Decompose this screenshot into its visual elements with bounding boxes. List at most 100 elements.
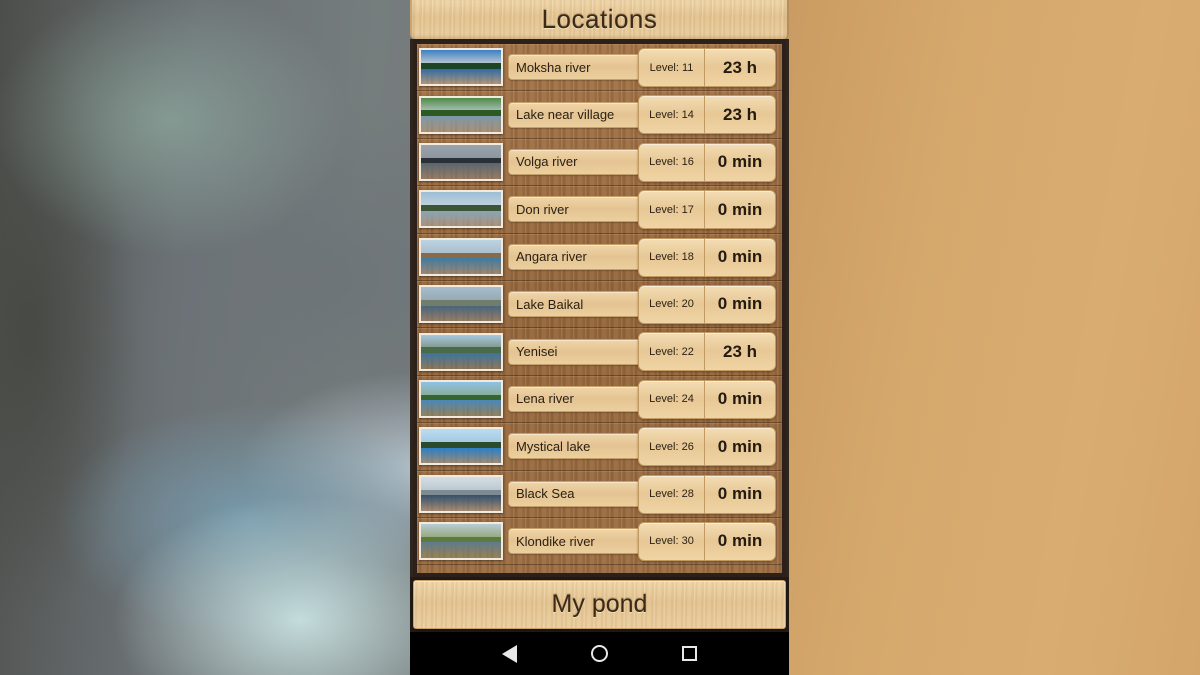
location-time-value: 0 min xyxy=(717,436,763,456)
location-thumbnail xyxy=(419,237,503,276)
location-level-cell: Level: 22 xyxy=(639,333,705,371)
location-time-value: 0 min xyxy=(717,152,763,172)
location-level-cell: Level: 11 xyxy=(639,49,705,86)
back-triangle-icon xyxy=(502,644,518,663)
location-level-label: Level: 14 xyxy=(649,108,694,121)
location-name-plate[interactable]: Black Sea xyxy=(508,480,652,507)
location-time-value: 0 min xyxy=(717,294,763,314)
location-name: Yenisei xyxy=(516,344,558,360)
location-time-value: 0 min xyxy=(717,531,763,551)
location-level-cell: Level: 28 xyxy=(639,475,705,513)
location-time-cell: 0 min xyxy=(705,381,775,418)
location-level-label: Level: 11 xyxy=(649,61,694,74)
location-time-cell: 0 min xyxy=(705,476,775,513)
nav-back-button[interactable] xyxy=(490,634,530,674)
page-title-bar: Locations xyxy=(410,0,789,39)
location-name-plate[interactable]: Lake Baikal xyxy=(508,291,652,318)
location-name: Volga river xyxy=(516,154,578,170)
location-name: Moksha river xyxy=(516,59,591,75)
location-thumbnail xyxy=(419,48,503,87)
location-time-cell: 0 min xyxy=(705,286,775,323)
location-stat-panel: Level: 14 23 h xyxy=(638,95,776,135)
location-thumbnail xyxy=(419,285,503,324)
location-thumbnail xyxy=(419,332,503,371)
location-name: Klondike river xyxy=(516,533,595,549)
location-time-value: 23 h xyxy=(722,57,758,77)
location-time-value: 0 min xyxy=(717,247,763,267)
location-time-value: 0 min xyxy=(717,484,763,504)
location-name: Don river xyxy=(516,201,569,217)
location-name-plate[interactable]: Angara river xyxy=(508,243,652,270)
location-level-label: Level: 30 xyxy=(649,535,694,548)
location-thumbnail xyxy=(419,379,503,418)
location-time-cell: 0 min xyxy=(705,191,775,228)
location-name-plate[interactable]: Volga river xyxy=(508,148,652,175)
location-time-cell: 23 h xyxy=(705,49,775,86)
location-time-cell: 0 min xyxy=(705,523,775,560)
location-name-plate[interactable]: Mystical lake xyxy=(508,433,652,460)
location-stat-panel: Level: 17 0 min xyxy=(638,190,776,230)
android-nav-bar xyxy=(410,632,789,675)
page-title: Locations xyxy=(541,4,658,34)
location-row[interactable]: Moksha river Level: 11 23 h xyxy=(417,44,782,92)
location-stat-panel: Level: 16 0 min xyxy=(638,142,776,182)
nav-recents-button[interactable] xyxy=(669,634,709,674)
location-time-cell: 0 min xyxy=(705,428,775,465)
location-name-plate[interactable]: Lena river xyxy=(508,385,652,412)
location-stat-panel: Level: 18 0 min xyxy=(638,237,776,277)
location-time-value: 23 h xyxy=(722,341,758,361)
location-level-label: Level: 20 xyxy=(649,298,694,311)
location-level-label: Level: 28 xyxy=(649,488,694,501)
location-row[interactable]: Don river Level: 17 0 min xyxy=(417,186,782,234)
location-stat-panel: Level: 26 0 min xyxy=(638,427,776,467)
location-name: Lena river xyxy=(516,391,574,407)
location-name: Angara river xyxy=(516,249,587,265)
location-time-cell: 23 h xyxy=(705,96,775,133)
recents-square-icon xyxy=(681,646,697,661)
location-thumbnail xyxy=(419,142,503,181)
location-row[interactable]: Volga river Level: 16 0 min xyxy=(417,139,782,187)
home-circle-icon xyxy=(590,645,608,662)
nav-home-button[interactable] xyxy=(579,634,619,674)
location-name-plate[interactable]: Don river xyxy=(508,196,652,223)
locations-list-frame: Moksha river Level: 11 23 h Lake near villa… xyxy=(410,39,789,577)
location-time-value: 0 min xyxy=(717,199,763,219)
location-level-label: Level: 24 xyxy=(649,393,694,406)
location-level-cell: Level: 20 xyxy=(639,285,705,323)
location-stat-panel: Level: 11 23 h xyxy=(638,48,776,87)
location-row[interactable]: Mystical lake Level: 26 0 min xyxy=(417,423,782,471)
location-name: Lake near village xyxy=(516,107,615,123)
my-pond-button[interactable]: My pond xyxy=(413,580,786,629)
location-row[interactable]: Black Sea Level: 28 0 min xyxy=(417,471,782,518)
locations-list[interactable]: Moksha river Level: 11 23 h Lake near villa… xyxy=(417,44,782,573)
location-stat-panel: Level: 28 0 min xyxy=(638,474,776,514)
phone-viewport: Locations Moksha river Level: 11 23 h Lake … xyxy=(410,0,789,675)
desktop-backdrop-right xyxy=(788,0,1200,675)
location-name: Lake Baikal xyxy=(516,296,584,312)
location-thumbnail xyxy=(419,522,503,561)
location-level-cell: Level: 26 xyxy=(639,428,705,466)
location-name-plate[interactable]: Lake near village xyxy=(508,101,652,128)
location-thumbnail xyxy=(419,95,503,134)
location-row[interactable]: Lena river Level: 24 0 min xyxy=(417,376,782,424)
location-level-label: Level: 17 xyxy=(649,203,694,216)
location-name: Black Sea xyxy=(516,486,575,502)
location-name-plate[interactable]: Klondike river xyxy=(508,528,652,555)
location-row[interactable]: Lake near village Level: 14 23 h xyxy=(417,91,782,139)
location-level-cell: Level: 18 xyxy=(639,238,705,276)
location-time-cell: 23 h xyxy=(705,333,775,370)
location-level-label: Level: 22 xyxy=(649,345,694,358)
location-time-cell: 0 min xyxy=(705,239,775,276)
location-row[interactable]: Lake Baikal Level: 20 0 min xyxy=(417,281,782,329)
location-name-plate[interactable]: Yenisei xyxy=(508,338,652,365)
location-stat-panel: Level: 24 0 min xyxy=(638,379,776,419)
location-stat-panel: Level: 22 23 h xyxy=(638,332,776,372)
location-row[interactable]: Yenisei Level: 22 23 h xyxy=(417,328,782,376)
location-name-plate[interactable]: Moksha river xyxy=(508,54,652,81)
location-row[interactable]: Angara river Level: 18 0 min xyxy=(417,234,782,281)
location-thumbnail xyxy=(419,474,503,513)
location-level-cell: Level: 17 xyxy=(639,191,705,229)
location-time-value: 0 min xyxy=(717,389,763,409)
location-level-cell: Level: 16 xyxy=(639,143,705,181)
location-row[interactable]: Klondike river Level: 30 0 min xyxy=(417,518,782,566)
